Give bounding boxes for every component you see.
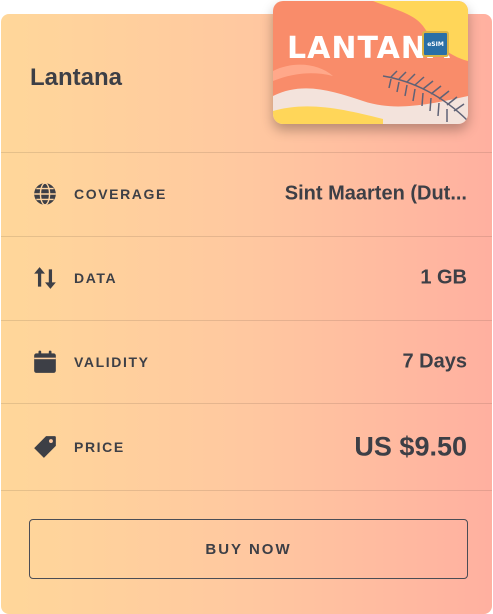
- data-value: 1 GB: [420, 266, 467, 289]
- globe-icon: [34, 182, 56, 206]
- price-value: US $9.50: [354, 431, 467, 462]
- price-row: PRICE US $9.50: [1, 404, 492, 490]
- data-row: DATA 1 GB: [1, 236, 492, 320]
- divider: [1, 490, 492, 491]
- buy-now-button[interactable]: BUY NOW: [29, 519, 468, 579]
- calendar-icon: [34, 350, 56, 373]
- arrows-up-down-icon: [34, 267, 56, 289]
- esim-chip-label: eSIM: [427, 40, 444, 48]
- sim-card-image: LANTANA eSIM: [273, 1, 468, 124]
- coverage-label: COVERAGE: [74, 186, 167, 202]
- coverage-row: COVERAGE Sint Maarten (Dut...: [1, 152, 492, 236]
- price-tag-icon: [34, 436, 56, 458]
- esim-chip-icon: eSIM: [422, 31, 449, 57]
- validity-value: 7 Days: [402, 350, 468, 373]
- coverage-value: Sint Maarten (Dut...: [284, 182, 467, 205]
- validity-label: VALIDITY: [74, 354, 150, 370]
- validity-row: VALIDITY 7 Days: [1, 320, 492, 404]
- data-label: DATA: [74, 270, 118, 286]
- price-label: PRICE: [74, 439, 125, 455]
- package-title: Lantana: [30, 64, 123, 91]
